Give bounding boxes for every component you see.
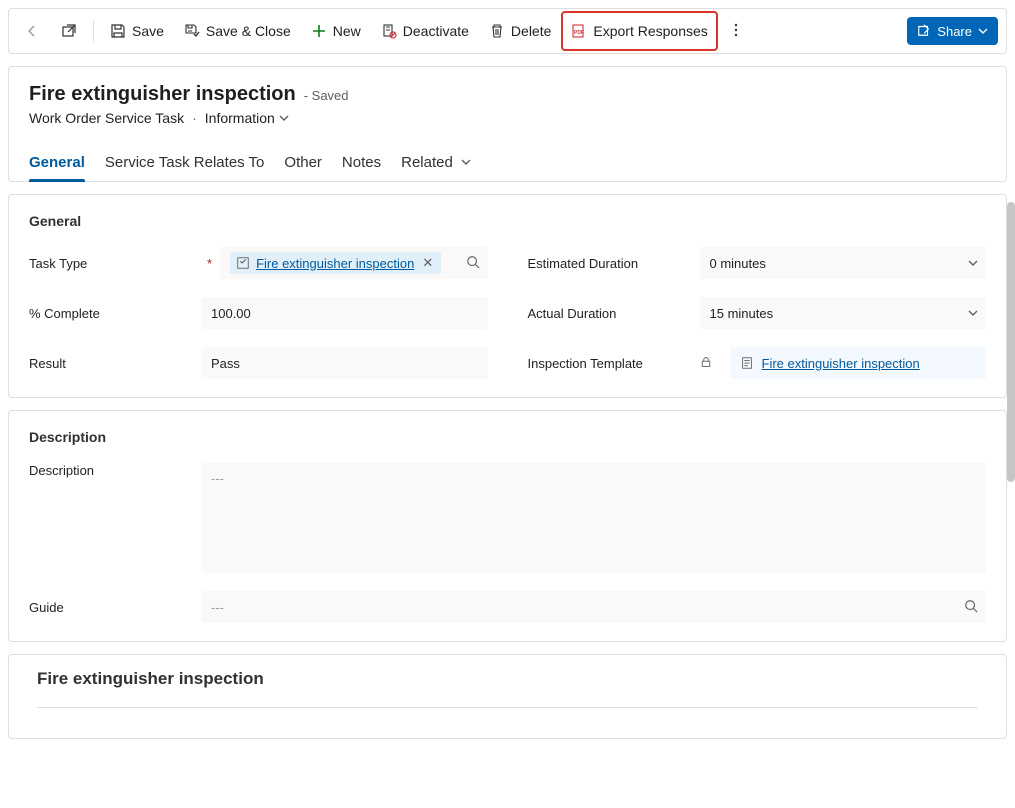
result-field[interactable]: Pass [201,347,488,379]
estimated-duration-label: Estimated Duration [528,256,688,271]
save-close-label: Save & Close [206,23,291,39]
popout-icon [61,23,77,39]
form-name: Information [205,110,275,126]
inspection-title: Fire extinguisher inspection [9,655,1006,707]
delete-label: Delete [511,23,551,39]
deactivate-icon [381,23,397,39]
lock-icon [700,356,712,371]
share-label: Share [937,24,972,39]
general-section-title: General [29,213,986,229]
new-label: New [333,23,361,39]
deactivate-label: Deactivate [403,23,469,39]
tab-notes[interactable]: Notes [342,146,381,181]
task-type-lookup[interactable]: Fire extinguisher inspection ✕ [220,247,487,279]
task-type-pill[interactable]: Fire extinguisher inspection ✕ [230,252,441,274]
tab-relates-to[interactable]: Service Task Relates To [105,146,265,181]
plus-icon [311,23,327,39]
entity-name: Work Order Service Task [29,110,184,126]
search-icon[interactable] [466,255,480,272]
new-button[interactable]: New [303,13,369,49]
overflow-menu-button[interactable] [720,13,752,49]
percent-complete-label: % Complete [29,306,189,321]
separator [93,20,94,42]
remove-task-type-icon[interactable]: ✕ [420,255,435,271]
save-button[interactable]: Save [102,13,172,49]
saved-tag: - Saved [304,88,349,103]
command-bar: Save Save & Close New Deactivate Delete [8,8,1007,54]
trash-icon [489,23,505,39]
actual-duration-label: Actual Duration [528,306,688,321]
actual-duration-field[interactable]: 15 minutes [700,297,987,329]
general-section-card: General Task Type * Fire extinguisher in… [8,194,1007,398]
chevron-down-icon [279,113,289,123]
guide-label: Guide [29,600,189,615]
save-label: Save [132,23,164,39]
required-marker: * [207,256,212,271]
export-responses-button[interactable]: PDF Export Responses [563,13,715,49]
form-header-card: Fire extinguisher inspection - Saved Wor… [8,66,1007,182]
tab-other[interactable]: Other [284,146,322,181]
inspection-template-link[interactable]: Fire extinguisher inspection [762,356,920,371]
inspection-responses-card: Fire extinguisher inspection [8,654,1007,739]
percent-complete-field[interactable]: 100.00 [201,297,488,329]
delete-button[interactable]: Delete [481,13,559,49]
deactivate-button[interactable]: Deactivate [373,13,477,49]
open-in-new-window-button[interactable] [53,13,85,49]
description-section-card: Description Description --- Guide --- [8,410,1007,642]
task-type-label: Task Type [29,256,189,271]
divider [37,707,978,708]
task-type-link[interactable]: Fire extinguisher inspection [256,256,414,271]
tab-list: General Service Task Relates To Other No… [29,146,986,181]
description-label: Description [29,463,189,478]
tab-related[interactable]: Related [401,146,471,181]
save-close-icon [184,23,200,39]
page-title: Fire extinguisher inspection [29,83,296,106]
share-button[interactable]: Share [907,17,998,45]
guide-field[interactable]: --- [201,591,986,623]
tab-general[interactable]: General [29,146,85,181]
more-vertical-icon [728,22,744,41]
search-icon[interactable] [964,599,978,616]
back-button[interactable] [17,13,49,49]
inspection-template-label: Inspection Template [528,356,688,371]
arrow-left-icon [25,23,41,39]
chevron-down-icon [968,306,978,321]
chevron-down-icon [968,256,978,271]
description-field[interactable]: --- [201,463,986,573]
template-icon [740,356,754,370]
estimated-duration-field[interactable]: 0 minutes [700,247,987,279]
pdf-icon: PDF [571,23,587,39]
chevron-down-icon [978,24,988,39]
description-section-title: Description [29,429,986,445]
separator-dot: · [192,110,197,126]
scrollbar[interactable] [1007,202,1015,482]
save-icon [110,23,126,39]
svg-text:PDF: PDF [574,30,584,36]
export-responses-label: Export Responses [593,23,707,39]
result-label: Result [29,356,189,371]
form-selector[interactable]: Information [205,110,289,126]
chevron-down-icon [461,154,471,171]
service-task-icon [236,256,250,270]
save-close-button[interactable]: Save & Close [176,13,299,49]
share-icon [917,23,931,40]
inspection-template-lookup[interactable]: Fire extinguisher inspection [730,347,987,379]
